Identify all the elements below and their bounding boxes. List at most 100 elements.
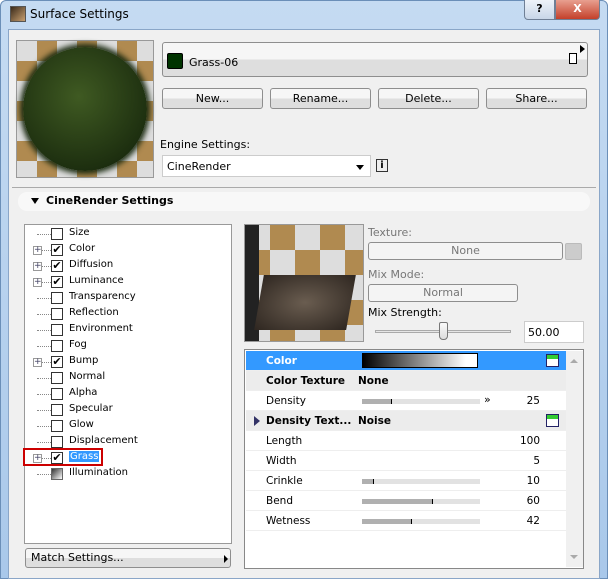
channel-label: Transparency (69, 291, 136, 302)
channel-checkbox[interactable] (51, 388, 63, 400)
property-row[interactable]: Length 100 (246, 431, 566, 451)
channel-checkbox[interactable]: ✔ (51, 244, 63, 256)
tree-connector (37, 394, 51, 395)
property-row[interactable]: Density Text... Noise (246, 411, 566, 431)
highlight-box (23, 448, 103, 466)
property-row[interactable]: Crinkle 10 (246, 471, 566, 491)
channel-label: Color (69, 243, 96, 254)
channel-checkbox[interactable]: ✔ (51, 356, 63, 368)
channel-item-color[interactable]: + ✔ Color (25, 242, 225, 258)
granite-slab (254, 275, 356, 330)
channel-checkbox[interactable] (51, 308, 63, 320)
property-row[interactable]: Color (246, 351, 566, 371)
info-icon[interactable]: i (376, 159, 388, 172)
property-row[interactable]: Wetness 42 (246, 511, 566, 531)
mix-mode-button[interactable]: Normal (368, 284, 518, 302)
property-slider[interactable] (362, 399, 480, 404)
property-value[interactable]: 42 (527, 515, 540, 527)
share-button[interactable]: Share... (486, 88, 587, 109)
channel-item-specular[interactable]: Specular (25, 402, 225, 418)
scroll-up-icon[interactable] (570, 359, 578, 363)
load-texture-icon[interactable] (546, 354, 559, 367)
channel-checkbox[interactable] (51, 324, 63, 336)
channel-checkbox[interactable] (51, 420, 63, 432)
expand-icon[interactable]: + (33, 246, 42, 255)
surface-name-field[interactable]: Grass-06 (162, 42, 588, 77)
grass-sphere (23, 47, 147, 171)
property-row[interactable]: Color Texture None (246, 371, 566, 391)
channel-item-reflection[interactable]: Reflection (25, 306, 225, 322)
channel-item-illumination[interactable]: Illumination (25, 466, 225, 482)
scroll-down-icon[interactable] (570, 555, 578, 559)
channel-checkbox[interactable] (51, 228, 63, 240)
property-value: None (358, 375, 389, 387)
surface-name: Grass-06 (189, 56, 239, 69)
channel-item-normal[interactable]: Normal (25, 370, 225, 386)
property-slider[interactable] (362, 479, 480, 484)
property-row[interactable]: Density 25 » (246, 391, 566, 411)
property-value[interactable]: 10 (527, 475, 540, 487)
channel-checkbox[interactable] (51, 340, 63, 352)
tree-connector (37, 442, 51, 443)
property-slider[interactable] (362, 519, 480, 524)
match-settings-button[interactable]: Match Settings... (25, 548, 231, 568)
close-button[interactable]: X (555, 0, 600, 20)
cinerender-settings-header[interactable]: CineRender Settings (18, 192, 590, 211)
channel-label: Normal (69, 371, 106, 382)
channel-checkbox[interactable] (51, 436, 63, 448)
surface-preview (16, 40, 154, 178)
color-gradient[interactable] (362, 353, 478, 368)
slider-handle[interactable] (439, 322, 448, 340)
texture-load-icon[interactable] (565, 243, 582, 260)
property-value[interactable]: 5 (533, 455, 540, 467)
channel-label: Bump (69, 355, 99, 366)
load-texture-icon[interactable] (546, 414, 559, 427)
channel-item-diffusion[interactable]: + ✔ Diffusion (25, 258, 225, 274)
channel-checkbox[interactable] (51, 468, 63, 480)
channel-checkbox[interactable] (51, 372, 63, 384)
channel-checkbox[interactable] (51, 292, 63, 304)
property-value[interactable]: 100 (520, 435, 540, 447)
channel-item-alpha[interactable]: Alpha (25, 386, 225, 402)
tree-connector (37, 330, 51, 331)
new-button[interactable]: New... (162, 88, 263, 109)
texture-button[interactable]: None (368, 242, 563, 260)
delete-button[interactable]: Delete... (378, 88, 479, 109)
chevron-down-icon (356, 165, 364, 170)
property-value[interactable]: 60 (527, 495, 540, 507)
property-name: Width (266, 455, 297, 467)
expand-icon[interactable]: + (33, 278, 42, 287)
channel-item-luminance[interactable]: + ✔ Luminance (25, 274, 225, 290)
channel-checkbox[interactable]: ✔ (51, 260, 63, 272)
mix-strength-slider[interactable] (375, 322, 511, 340)
channel-label: Size (69, 227, 90, 238)
surface-swatch[interactable] (167, 53, 183, 69)
channel-checkbox[interactable] (51, 404, 63, 416)
expand-icon[interactable]: + (33, 262, 42, 271)
scrollbar[interactable] (566, 351, 583, 567)
channel-item-fog[interactable]: Fog (25, 338, 225, 354)
window-title: Surface Settings (30, 7, 129, 21)
expand-triangle-icon[interactable] (254, 416, 260, 426)
mix-strength-input[interactable]: 50.00 (524, 321, 584, 343)
flyout-arrow-icon[interactable] (580, 45, 585, 53)
document-icon[interactable] (569, 53, 577, 64)
property-slider[interactable] (362, 499, 480, 504)
property-row[interactable]: Bend 60 (246, 491, 566, 511)
channel-item-transparency[interactable]: Transparency (25, 290, 225, 306)
engine-settings-label: Engine Settings: (160, 138, 251, 151)
help-button[interactable]: ? (524, 0, 555, 20)
property-value[interactable]: 25 (527, 395, 540, 407)
channel-item-environment[interactable]: Environment (25, 322, 225, 338)
engine-value: CineRender (167, 160, 231, 173)
channel-item-glow[interactable]: Glow (25, 418, 225, 434)
expand-icon[interactable]: + (33, 358, 42, 367)
channel-item-size[interactable]: Size (25, 226, 225, 242)
channel-checkbox[interactable]: ✔ (51, 276, 63, 288)
property-row[interactable]: Width 5 (246, 451, 566, 471)
tree-connector (37, 314, 51, 315)
rename-button[interactable]: Rename... (270, 88, 371, 109)
channel-label: Environment (69, 323, 133, 334)
engine-select[interactable]: CineRender (162, 155, 371, 177)
channel-item-bump[interactable]: + ✔ Bump (25, 354, 225, 370)
